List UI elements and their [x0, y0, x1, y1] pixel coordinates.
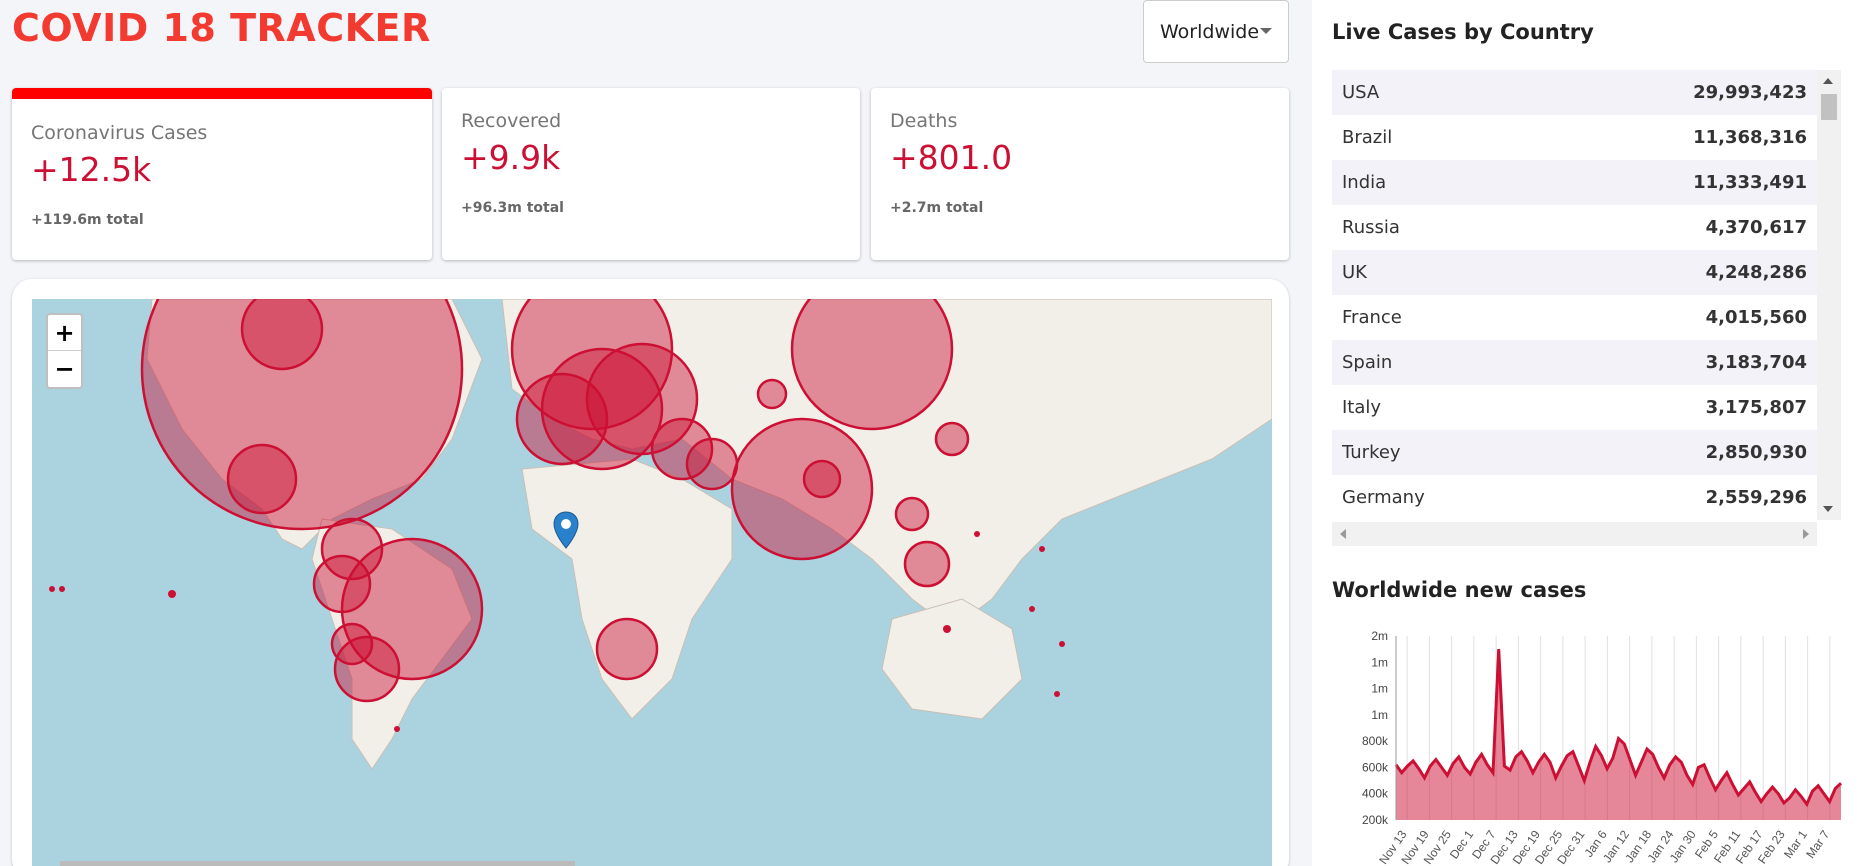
- map-canvas: [49, 299, 1272, 770]
- table-row[interactable]: UK 4,248,286: [1332, 250, 1817, 295]
- table-row[interactable]: India 11,333,491: [1332, 160, 1817, 205]
- scroll-down-icon[interactable]: [1823, 506, 1833, 512]
- case-circle: [802, 459, 842, 499]
- recovered-card-value: +9.9k: [461, 138, 561, 177]
- case-dot: [1059, 641, 1065, 647]
- case-dot: [168, 590, 176, 598]
- live-cases-table[interactable]: USA 29,993,423 Brazil 11,368,316 India 11,3…: [1332, 70, 1842, 550]
- table-row[interactable]: Russia 4,370,617: [1332, 205, 1817, 250]
- case-circle: [240, 299, 324, 371]
- case-dot: [943, 625, 951, 633]
- case-circle: [903, 540, 951, 588]
- table-row[interactable]: USA 29,993,423: [1332, 70, 1817, 115]
- table-row[interactable]: Brazil 11,368,316: [1332, 115, 1817, 160]
- country-name: Turkey: [1342, 442, 1401, 463]
- case-count: 2,559,296: [1705, 487, 1807, 508]
- case-circle: [934, 421, 970, 457]
- y-tick-label: 200k: [1362, 813, 1389, 827]
- case-circle: [595, 617, 659, 681]
- y-tick-label: 400k: [1362, 787, 1389, 801]
- zoom-in-button[interactable]: +: [48, 315, 81, 351]
- table-row[interactable]: France 4,015,560: [1332, 295, 1817, 340]
- case-circle: [730, 417, 874, 561]
- case-count: 29,993,423: [1693, 82, 1807, 103]
- deaths-card-total: +2.7m total: [890, 200, 984, 216]
- case-count: 2,850,930: [1705, 442, 1807, 463]
- case-circle: [312, 554, 372, 614]
- case-dot: [974, 531, 980, 537]
- case-circle: [894, 496, 930, 532]
- recovered-card-total: +96.3m total: [461, 200, 564, 216]
- page-scrollbar[interactable]: [60, 861, 575, 866]
- country-name: Germany: [1342, 487, 1425, 508]
- side-panel: Live Cases by Country USA 29,993,423 Braz…: [1312, 0, 1858, 866]
- x-tick-label: Mar 7: [1803, 827, 1832, 860]
- new-cases-chart: Nov 13Nov 19Nov 25Dec 1Dec 7Dec 13Dec 19…: [1362, 629, 1843, 866]
- deaths-card[interactable]: Deaths +801.0 +2.7m total: [871, 88, 1289, 260]
- cases-card-title: Coronavirus Cases: [31, 122, 208, 144]
- y-tick-label: 600k: [1362, 760, 1389, 774]
- deaths-card-value: +801.0: [890, 138, 1013, 177]
- country-name: Spain: [1342, 352, 1393, 373]
- live-cases-heading: Live Cases by Country: [1332, 20, 1594, 44]
- y-tick-label: 1m: [1371, 708, 1388, 722]
- country-name: India: [1342, 172, 1387, 193]
- recovered-card[interactable]: Recovered +9.9k +96.3m total: [442, 88, 860, 260]
- case-circle: [330, 622, 374, 666]
- case-count: 3,175,807: [1705, 397, 1807, 418]
- australia-land: [881, 598, 1023, 720]
- y-tick-label: 1m: [1371, 655, 1388, 669]
- recovered-card-title: Recovered: [461, 110, 562, 132]
- area-fill: [1396, 649, 1841, 820]
- case-count: 4,248,286: [1705, 262, 1807, 283]
- case-count: 11,333,491: [1693, 172, 1807, 193]
- case-dot: [49, 586, 55, 592]
- country-name: France: [1342, 307, 1402, 328]
- country-name: USA: [1342, 82, 1380, 103]
- country-dropdown-value: Worldwide: [1160, 20, 1260, 43]
- zoom-control: + −: [46, 313, 83, 389]
- country-name: Italy: [1342, 397, 1382, 418]
- case-dot: [1054, 691, 1060, 697]
- country-name: UK: [1342, 262, 1367, 283]
- scroll-up-icon[interactable]: [1823, 78, 1833, 84]
- table-row[interactable]: Spain 3,183,704: [1332, 340, 1817, 385]
- caret-down-icon: [1260, 28, 1272, 34]
- cases-card[interactable]: Coronavirus Cases +12.5k +119.6m total: [12, 88, 432, 260]
- country-name: Russia: [1342, 217, 1400, 238]
- table-row[interactable]: Germany 2,559,296: [1332, 475, 1817, 520]
- scroll-right-icon[interactable]: [1803, 529, 1809, 539]
- zoom-out-button[interactable]: −: [48, 351, 81, 387]
- case-circle: [685, 437, 739, 491]
- table-row[interactable]: Italy 3,175,807: [1332, 385, 1817, 430]
- map-card: + −: [12, 279, 1289, 866]
- cases-card-value: +12.5k: [31, 150, 152, 189]
- deaths-card-title: Deaths: [890, 110, 958, 132]
- case-count: 4,370,617: [1705, 217, 1807, 238]
- y-tick-label: 800k: [1362, 734, 1389, 748]
- case-count: 11,368,316: [1693, 127, 1807, 148]
- case-dot: [1039, 546, 1045, 552]
- app-title: COVID 18 TRACKER: [12, 6, 431, 50]
- vertical-scrollbar[interactable]: [1817, 70, 1841, 520]
- case-dot: [59, 586, 65, 592]
- case-circle: [756, 378, 788, 410]
- country-dropdown[interactable]: Worldwide: [1143, 0, 1289, 63]
- case-count: 4,015,560: [1705, 307, 1807, 328]
- cases-card-total: +119.6m total: [31, 212, 144, 228]
- y-tick-label: 1m: [1371, 682, 1388, 696]
- case-count: 3,183,704: [1705, 352, 1807, 373]
- case-dot: [394, 726, 400, 732]
- chart-heading: Worldwide new cases: [1332, 578, 1587, 602]
- country-name: Brazil: [1342, 127, 1393, 148]
- scroll-left-icon[interactable]: [1340, 529, 1346, 539]
- scroll-thumb[interactable]: [1821, 94, 1837, 120]
- y-tick-label: 2m: [1371, 629, 1388, 643]
- world-map[interactable]: + −: [32, 299, 1272, 866]
- case-circle: [226, 443, 298, 515]
- horizontal-scrollbar[interactable]: [1332, 522, 1817, 546]
- table-row[interactable]: Turkey 2,850,930: [1332, 430, 1817, 475]
- active-card-indicator: [12, 88, 432, 99]
- case-dot: [1029, 606, 1035, 612]
